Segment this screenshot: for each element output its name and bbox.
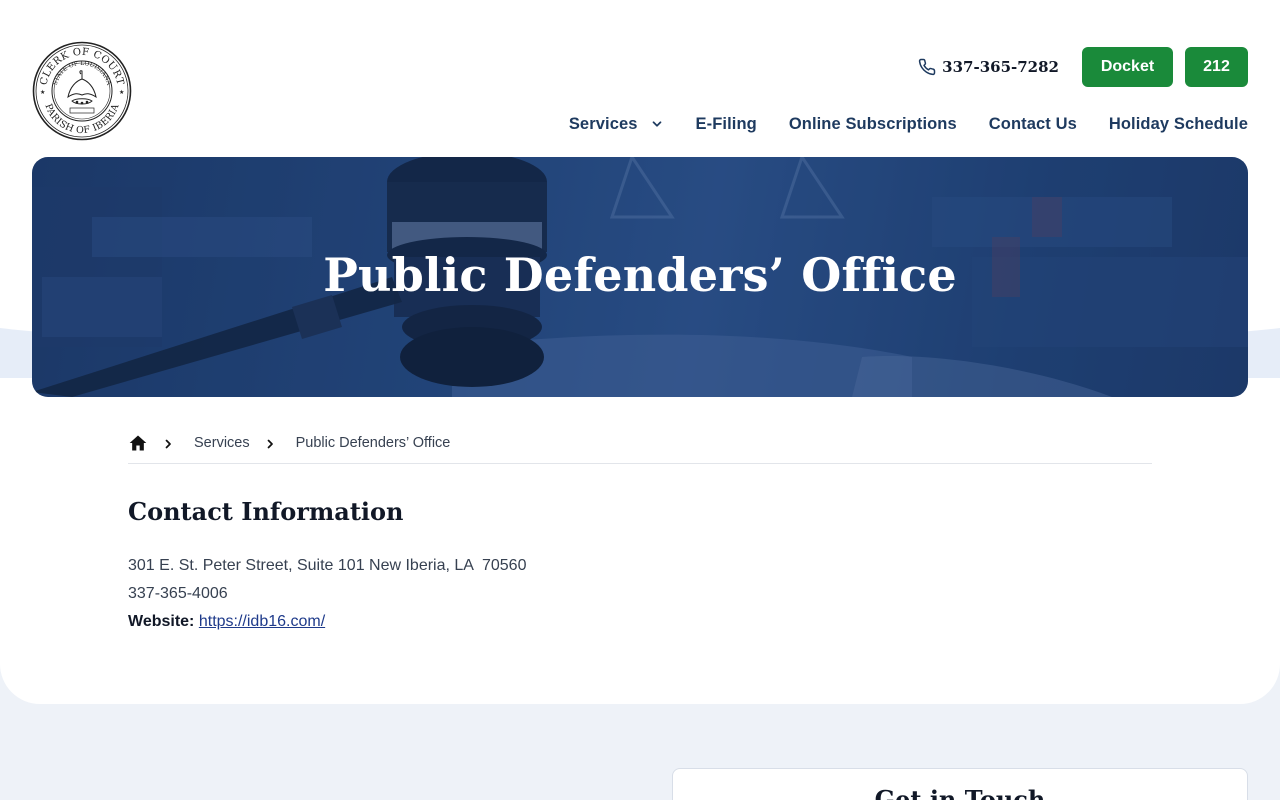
office-phone: 337-365-4006 — [128, 585, 228, 602]
breadcrumb-current-page: Public Defenders’ Office — [295, 435, 451, 451]
phone-number: 337-365-7282 — [942, 58, 1059, 76]
chevron-right-icon — [264, 437, 276, 449]
clerk-of-court-seal-logo[interactable]: CLERK OF COURT PARISH OF IBERIA STATE OF… — [32, 41, 132, 141]
chevron-down-icon — [650, 117, 664, 131]
svg-text:★: ★ — [119, 89, 124, 96]
nav-item-holiday-schedule[interactable]: Holiday Schedule — [1109, 115, 1248, 134]
docket-button[interactable]: Docket — [1082, 47, 1173, 87]
chevron-right-icon — [162, 437, 174, 449]
contact-information-heading: Contact Information — [128, 497, 404, 526]
nav-item-online-subscriptions[interactable]: Online Subscriptions — [789, 115, 957, 134]
website-label: Website: — [128, 613, 195, 630]
svg-text:★: ★ — [40, 89, 45, 96]
main-nav: Services E-Filing Online Subscriptions C… — [569, 112, 1248, 136]
phone-icon — [918, 58, 936, 76]
website-link[interactable]: https://idb16.com/ — [199, 613, 325, 630]
phone-link[interactable]: 337-365-7282 — [918, 58, 1059, 76]
212-button[interactable]: 212 — [1185, 47, 1248, 87]
home-icon[interactable] — [128, 433, 148, 453]
nav-item-label: Services — [568, 114, 638, 133]
office-address: 301 E. St. Peter Street, Suite 101 New I… — [128, 557, 527, 574]
get-in-touch-heading: Get in Touch — [874, 785, 1046, 800]
page-title: Public Defenders’ Office — [323, 248, 957, 302]
breadcrumb: Services Public Defenders’ Office — [128, 431, 1152, 464]
get-in-touch-card: Get in Touch — [672, 768, 1248, 800]
top-actions: 337-365-7282 Docket 212 — [918, 47, 1248, 87]
nav-item-contact-us[interactable]: Contact Us — [989, 115, 1077, 134]
breadcrumb-link-services[interactable]: Services — [194, 435, 250, 451]
nav-item-e-filing[interactable]: E-Filing — [696, 115, 757, 134]
website-row: Website: https://idb16.com/ — [128, 613, 325, 631]
nav-item-services[interactable]: Services — [569, 115, 664, 134]
